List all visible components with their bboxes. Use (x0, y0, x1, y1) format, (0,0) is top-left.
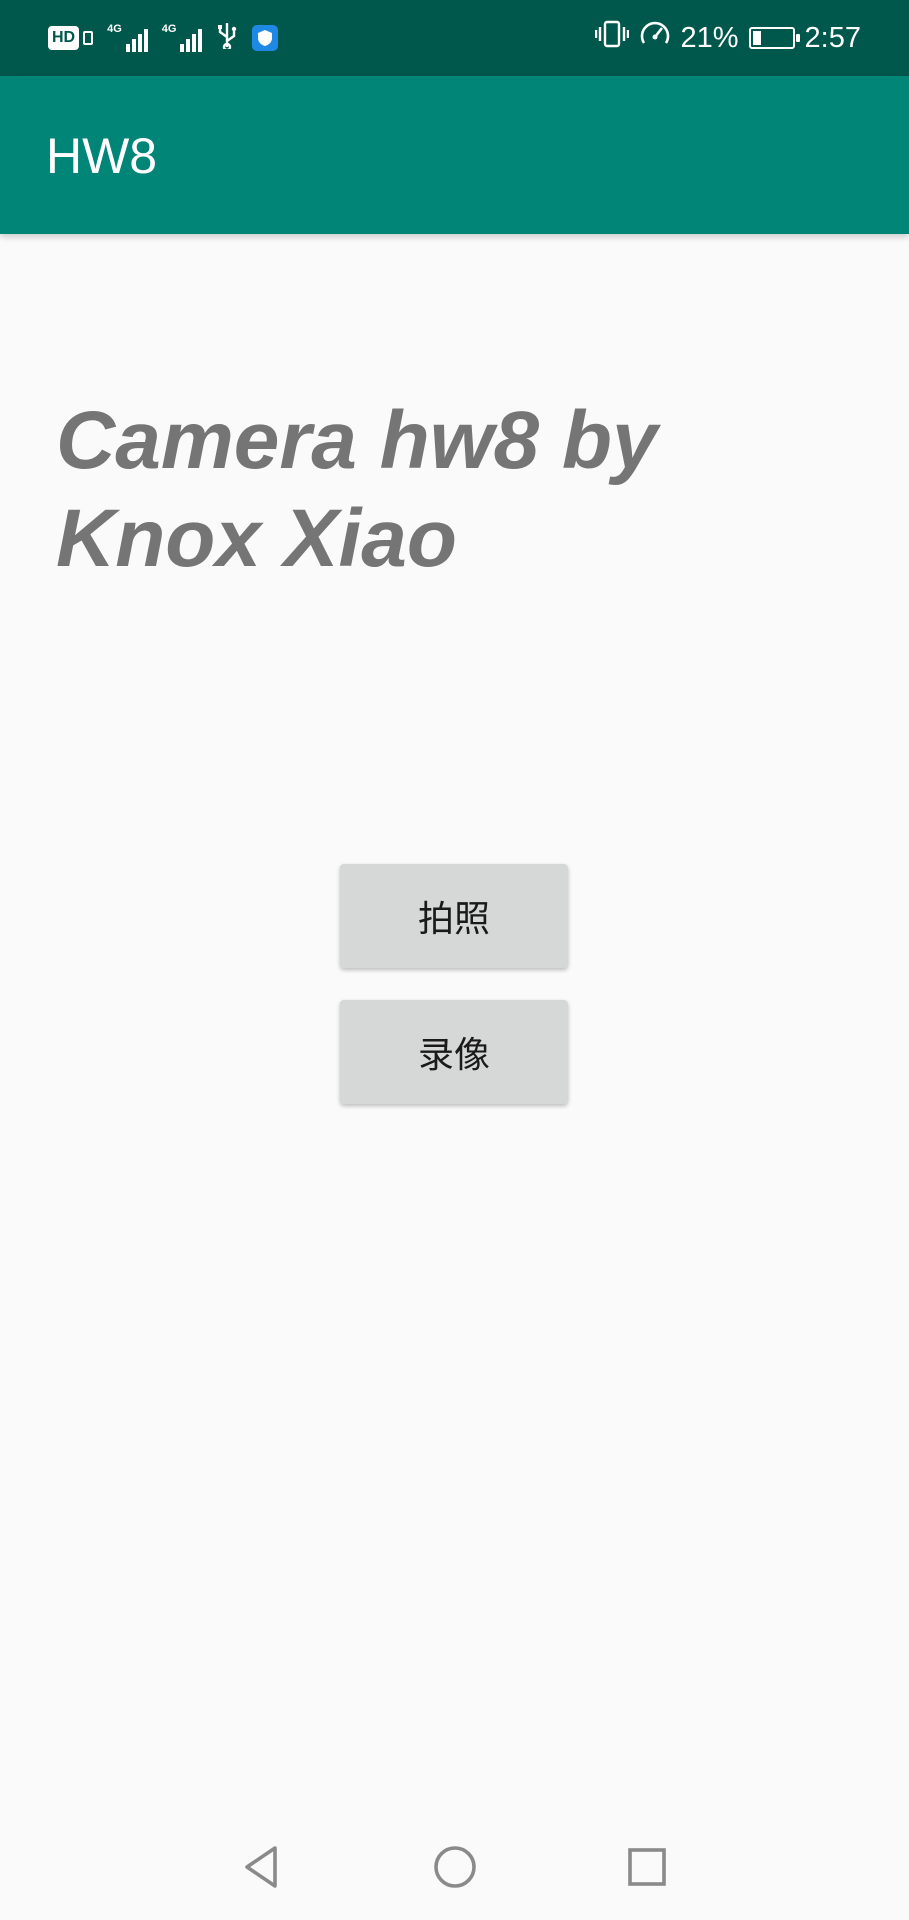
hd-icon: HD (48, 26, 94, 50)
battery-icon (748, 27, 800, 49)
status-bar: HD 4G 4G 21% 2:57 (0, 0, 909, 76)
app-bar: HW8 (0, 76, 909, 234)
usb-icon (216, 21, 238, 55)
status-right-group: 21% 2:57 (594, 18, 861, 58)
shield-icon (252, 25, 279, 51)
navigation-bar (0, 1814, 909, 1920)
back-icon[interactable] (230, 1836, 292, 1898)
take-photo-button[interactable]: 拍照 (340, 864, 568, 968)
status-left-group: HD 4G 4G (48, 18, 279, 58)
home-icon[interactable] (424, 1836, 486, 1898)
speed-icon (639, 19, 671, 57)
clock: 2:57 (804, 21, 861, 54)
signal-icon: 4G (107, 24, 148, 52)
headline-text: Camera hw8 by Knox Xiao (56, 395, 658, 584)
hd-label: HD (48, 26, 80, 50)
network-type-label: 4G (107, 23, 122, 35)
network-type-label: 4G (161, 23, 177, 35)
recents-icon[interactable] (616, 1836, 678, 1898)
battery-level-fill (752, 31, 761, 45)
vibrate-icon (594, 19, 629, 57)
signal-icon: 4G (162, 24, 203, 52)
battery-percent: 21% (680, 21, 739, 54)
sim-icon (83, 31, 94, 45)
record-video-button[interactable]: 录像 (340, 1000, 568, 1104)
app-title: HW8 (46, 128, 158, 184)
